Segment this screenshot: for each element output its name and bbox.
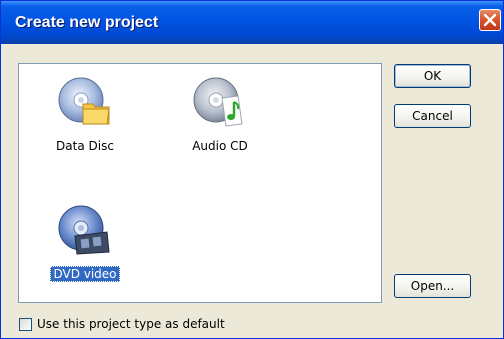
project-label: Data Disc (56, 139, 114, 153)
audio-cd-icon (192, 74, 248, 130)
project-item-dvd-video[interactable]: DVD video (30, 202, 140, 312)
project-item-data-disc[interactable]: Data Disc (30, 74, 140, 184)
project-label: Audio CD (192, 139, 248, 153)
close-icon (483, 13, 497, 27)
create-project-dialog: Create new project Data Disc Audio CD DV… (0, 0, 504, 339)
close-button[interactable] (479, 9, 501, 31)
project-label: DVD video (50, 266, 120, 282)
open-button[interactable]: Open... (394, 274, 471, 298)
default-type-checkbox-row[interactable]: Use this project type as default (19, 317, 225, 331)
cancel-button[interactable]: Cancel (394, 104, 471, 128)
ok-button[interactable]: OK (394, 64, 471, 88)
data-disc-icon (57, 74, 113, 130)
default-type-checkbox[interactable] (19, 317, 32, 331)
project-item-audio-cd[interactable]: Audio CD (165, 74, 275, 184)
dialog-title: Create new project (15, 13, 159, 31)
title-bar[interactable]: Create new project (1, 1, 503, 44)
project-type-list[interactable]: Data Disc Audio CD DVD video (18, 63, 382, 303)
default-type-label[interactable]: Use this project type as default (37, 317, 225, 331)
dvd-video-icon (57, 202, 113, 258)
